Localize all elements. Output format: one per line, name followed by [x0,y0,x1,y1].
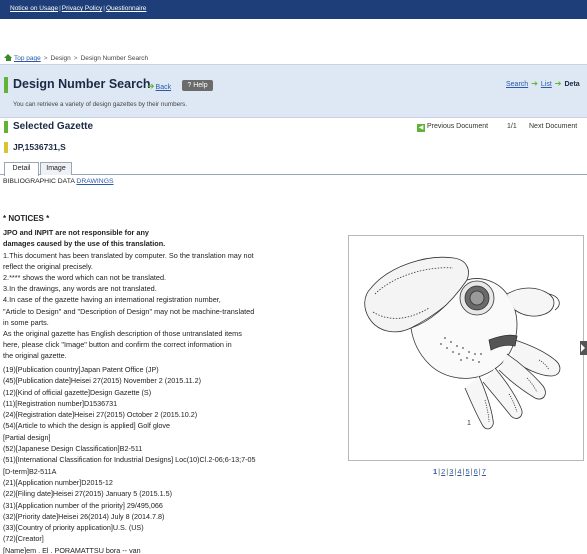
biblio-item: [D-term]B2-511A [3,466,57,476]
gazette-number: JP,1536731,S [13,142,66,152]
selected-gazette-label: Selected Gazette [13,121,94,132]
drawing-image-frame [348,235,584,461]
biblio-item: (31)[Application number of the priority]… [3,500,163,510]
step-detail: Deta [564,81,580,88]
biblio-item: [Name]em . El . PORAMATTSU bora -- van [3,545,141,554]
notice-line: 1.This document has been translated by c… [3,250,254,260]
notice-warning-line: JPO and INPIT are not responsible for an… [3,228,149,238]
notice-line: in some parts. [3,317,49,327]
notices-title: * NOTICES * [3,214,50,223]
tab-detail[interactable]: Detail [4,162,39,176]
step-arrow-icon: ➔ [554,79,562,88]
drawing-page-number: 1 [467,420,471,427]
golf-glove-drawing [364,256,561,430]
image-page-2[interactable]: 2 [441,467,445,476]
bibliographic-header: BIBLIOGRAPHIC DATA DRAWINGS [3,178,114,185]
notice-warning-line: damages caused by the use of this transl… [3,239,166,249]
back-link[interactable]: ➔Back [147,81,171,92]
biblio-item: (45)[Publication date]Heisei 27(2015) No… [3,376,202,386]
notice-line: here, please click "Image" button and co… [3,340,232,350]
header-accent-bar [4,77,8,93]
home-icon [4,54,12,61]
biblio-item: (21)[Application number]D2015-12 [3,477,113,487]
selected-gazette-bar: Selected Gazette JP,1536731,S ◀ Previous … [0,118,587,158]
notices-section: * NOTICES * JPO and INPIT are not respon… [3,213,333,362]
page-subtitle: You can retrieve a variety of design gaz… [13,101,188,108]
notice-line: 2.**** shows the word which can not be t… [3,273,167,283]
previous-document-button[interactable]: ◀ Previous Document [417,123,488,132]
step-indicator: Search ➔ List ➔ Deta [506,79,580,88]
biblio-item: (22)[Filing date]Heisei 27(2015) January… [3,489,173,499]
step-search-link[interactable]: Search [506,81,528,88]
next-document-button[interactable]: Next Document [529,123,577,130]
biblio-item: (52)[Japanese Design Classification]B2-5… [3,444,143,454]
biblio-item: (12)[Kind of official gazette]Design Gaz… [3,387,152,397]
image-page-7[interactable]: 7 [482,467,486,476]
biblio-item: (32)[Priority date]Heisei 26(2014) July … [3,511,165,521]
image-page-nav: 1|2|3|4|5|6|7 [433,467,486,476]
bibliographic-list: (19)[Publication country]Japan Patent Of… [3,364,333,554]
back-arrow-icon: ➔ [147,81,155,91]
previous-arrow-icon: ◀ [417,124,425,132]
notice-line: the original gazette. [3,351,67,361]
tab-bar: Detail Image [0,162,587,176]
notice-line: "Article to Design" and "Description of … [3,306,255,316]
biblio-item: (51)[International Classification for In… [3,455,256,465]
gazette-accent-bar [4,142,8,153]
questionnaire-link[interactable]: Questionnaire [106,5,146,12]
breadcrumb-home-link[interactable]: Top page [14,55,41,62]
image-page-3[interactable]: 3 [449,467,453,476]
notice-line: 4.In case of the gazette having an inter… [3,295,221,305]
notice-line: As the original gazette has English desc… [3,329,242,339]
biblio-item: (54)[Article to which the design is appl… [3,421,170,431]
top-bar: Notice on Usage|Privacy Policy|Questionn… [0,0,587,19]
breadcrumb-design: Design [50,55,71,62]
selected-accent-bar [4,121,8,133]
step-arrow-icon: ➔ [531,79,538,88]
tab-image[interactable]: Image [40,162,72,175]
panel-toggle-arrow-icon[interactable] [580,341,587,355]
help-button[interactable]: ? Help [182,80,213,91]
privacy-policy-link[interactable]: Privacy Policy [62,5,102,12]
biblio-item: (33)[Country of priority application]U.S… [3,523,144,533]
top-links: Notice on Usage|Privacy Policy|Questionn… [10,5,147,12]
page-header: Design Number Search ➔Back ? Help You ca… [0,64,587,118]
biblio-item: (72)[Creator] [3,534,44,544]
image-page-6[interactable]: 6 [474,467,478,476]
drawings-link[interactable]: DRAWINGS [76,178,113,185]
biblio-item: [Partial design] [3,432,51,442]
page-title: Design Number Search [13,77,151,91]
breadcrumb-design-number-search: Design Number Search [80,55,149,62]
image-page-1[interactable]: 1 [433,467,437,476]
breadcrumb: Top page > Design > Design Number Search [4,54,148,62]
notice-line: 3.In the drawings, any words are not tra… [3,284,157,294]
bibliographic-data-label: BIBLIOGRAPHIC DATA [3,178,75,185]
document-page-count: 1/1 [507,123,517,130]
notice-on-usage-link[interactable]: Notice on Usage [10,5,58,12]
image-page-4[interactable]: 4 [457,467,461,476]
biblio-item: (11)[Registration number]D1536731 [3,398,118,408]
notice-line: reflect the original precisely. [3,261,93,271]
biblio-item: (19)[Publication country]Japan Patent Of… [3,365,159,374]
step-list-link[interactable]: List [541,81,552,88]
biblio-item: (24)[Registration date]Heisei 27(2015) O… [3,410,198,420]
image-page-5[interactable]: 5 [466,467,470,476]
